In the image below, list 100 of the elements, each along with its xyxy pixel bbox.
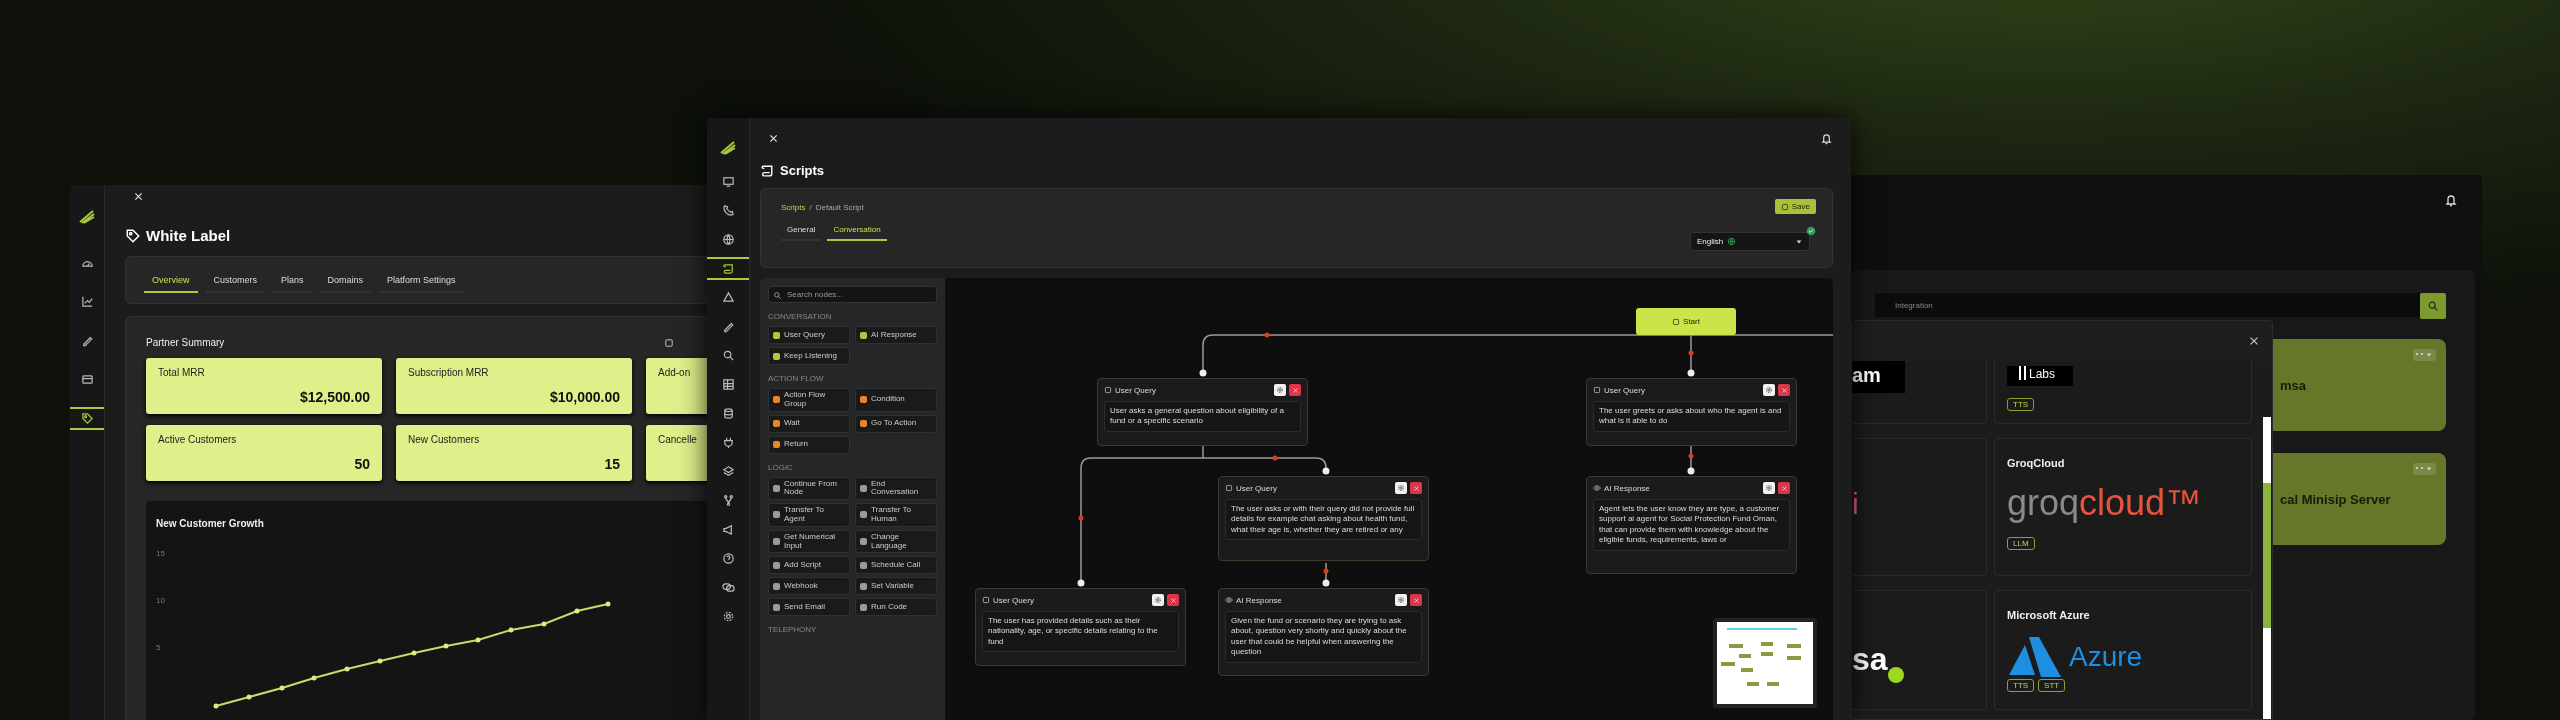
chat-icon	[721, 581, 735, 594]
node-text: User asks a general question about eligibility of a fund or a specific scenario	[1104, 401, 1301, 432]
axis-label: 5	[156, 643, 162, 652]
start-node[interactable]: Start	[1636, 308, 1736, 335]
settings-button[interactable]	[1274, 384, 1286, 396]
language-dropdown[interactable]: English	[1690, 232, 1810, 251]
palette-item[interactable]: Set Variable	[855, 577, 937, 596]
tab[interactable]: Overview	[144, 271, 198, 293]
scroll-icon	[721, 262, 735, 275]
palette-item[interactable]: End Conversation	[855, 476, 937, 501]
settings-icon	[1765, 484, 1773, 492]
palette-item[interactable]: Send Email	[768, 598, 850, 617]
node-title: User Query	[1604, 385, 1646, 395]
palette-item[interactable]: Transfer To Agent	[768, 503, 850, 527]
help-icon	[721, 552, 735, 565]
settings-button[interactable]	[1395, 482, 1407, 494]
search-icon	[721, 349, 735, 362]
tab[interactable]: Plans	[273, 271, 312, 293]
dots-icon	[2416, 467, 2423, 471]
delete-button[interactable]	[1778, 482, 1790, 494]
close-icon	[1412, 596, 1420, 604]
logo-icon	[719, 138, 737, 156]
close-icon	[2248, 335, 2260, 347]
tab[interactable]: General	[781, 222, 822, 241]
node-handle[interactable]	[1687, 467, 1695, 475]
palette-item[interactable]: Keep Listening	[768, 347, 850, 365]
tab[interactable]: Conversation	[827, 222, 887, 241]
notification-button[interactable]	[1820, 131, 1833, 145]
palette-item[interactable]: Condition	[855, 388, 937, 412]
node-title: AI Response	[1236, 595, 1283, 605]
more-button[interactable]	[2413, 463, 2436, 475]
palette-item[interactable]: Continue From Node	[768, 476, 850, 501]
node-text: Given the fund or scenario they are trying to ask about, question very shortly and quickly about the user that could be helpful when answering the question	[1225, 611, 1422, 663]
palette-item[interactable]: Add Script	[768, 556, 850, 575]
palette-item[interactable]: Webhook	[768, 577, 850, 596]
palette-item[interactable]: Wait	[768, 414, 850, 433]
palette-item[interactable]: Schedule Call	[855, 556, 937, 575]
settings-icon	[1397, 484, 1405, 492]
plug-icon	[721, 436, 735, 449]
palette-item[interactable]: Return	[768, 435, 850, 454]
settings-button[interactable]	[1395, 594, 1407, 606]
close-button[interactable]	[2248, 335, 2260, 347]
node-text: The user has provided details such as their nationality, age, or specific details relating to the fund	[982, 611, 1179, 653]
stat-label: Active Customers	[158, 434, 237, 445]
palette-item[interactable]: Run Code	[855, 598, 937, 617]
bell-icon	[1820, 131, 1833, 145]
breadcrumb-separator: /	[809, 203, 812, 212]
search-field[interactable]: Search nodes...	[768, 286, 937, 303]
delete-button[interactable]	[1167, 594, 1179, 606]
integration-name: cal Minisip Server	[2280, 491, 2391, 507]
sidebar-item[interactable]	[70, 407, 104, 430]
page-title: Scripts	[780, 163, 825, 178]
tag-icon	[125, 227, 141, 244]
more-button[interactable]	[2413, 349, 2436, 361]
node-handle[interactable]	[1322, 579, 1330, 587]
tab[interactable]: Domains	[319, 271, 372, 293]
palette-item[interactable]: Get Numerical Input	[768, 529, 850, 554]
search-button[interactable]	[2420, 293, 2446, 319]
search-icon	[2427, 300, 2439, 312]
search-field[interactable]: Integration	[1875, 293, 2420, 317]
tab[interactable]: Platform Settings	[379, 271, 464, 293]
settings-button[interactable]	[1763, 482, 1775, 494]
tab[interactable]: Customers	[205, 271, 266, 293]
palette-item[interactable]: User Query	[768, 326, 850, 344]
layers-icon	[721, 465, 735, 478]
delete-button[interactable]	[1289, 384, 1301, 396]
integration-name: msa	[2280, 377, 2307, 393]
save-button[interactable]: Save	[1774, 199, 1816, 214]
node-handle[interactable]	[1322, 467, 1330, 475]
stat-label: New Customers	[408, 434, 480, 445]
palette-item[interactable]: Change Language	[855, 529, 937, 554]
logo-text: Labs	[2029, 368, 2056, 380]
node-handle[interactable]	[1199, 369, 1207, 377]
settings-button[interactable]	[1152, 594, 1164, 606]
close-icon	[1780, 484, 1788, 492]
connector-line	[1325, 562, 1327, 581]
settings-icon	[1276, 386, 1284, 394]
node-handle[interactable]	[1687, 369, 1695, 377]
palette-item[interactable]: Go To Action	[855, 414, 937, 433]
palette-item[interactable]: Action Flow Group	[768, 388, 850, 412]
palette-item[interactable]: AI Response	[855, 326, 937, 344]
scroll-icon	[760, 163, 775, 178]
provider-name: GroqCloud	[2007, 457, 2065, 469]
delete-button[interactable]	[1410, 594, 1422, 606]
square-icon	[664, 337, 675, 348]
notification-button[interactable]	[2444, 193, 2458, 207]
breadcrumb-link[interactable]: Scripts	[781, 203, 806, 212]
dot-icon	[1887, 667, 1904, 683]
section-title: LOGIC	[768, 462, 794, 472]
bell-icon	[2444, 193, 2458, 207]
palette-item[interactable]: Transfer To Human	[855, 503, 937, 527]
delete-button[interactable]	[1778, 384, 1790, 396]
connector-dot	[1272, 455, 1278, 461]
export-button[interactable]	[664, 337, 675, 348]
node-handle[interactable]	[1077, 579, 1085, 587]
node-text: Agent lets the user know they are type, a customer support ai agent for Social Protection Fund Oman, that can provide them with knowledge about the eligible funds, requirements, laws or	[1593, 499, 1790, 551]
sidebar-item[interactable]	[707, 257, 749, 280]
settings-button[interactable]	[1763, 384, 1775, 396]
stat-value: 15	[604, 456, 620, 472]
delete-button[interactable]	[1410, 482, 1422, 494]
